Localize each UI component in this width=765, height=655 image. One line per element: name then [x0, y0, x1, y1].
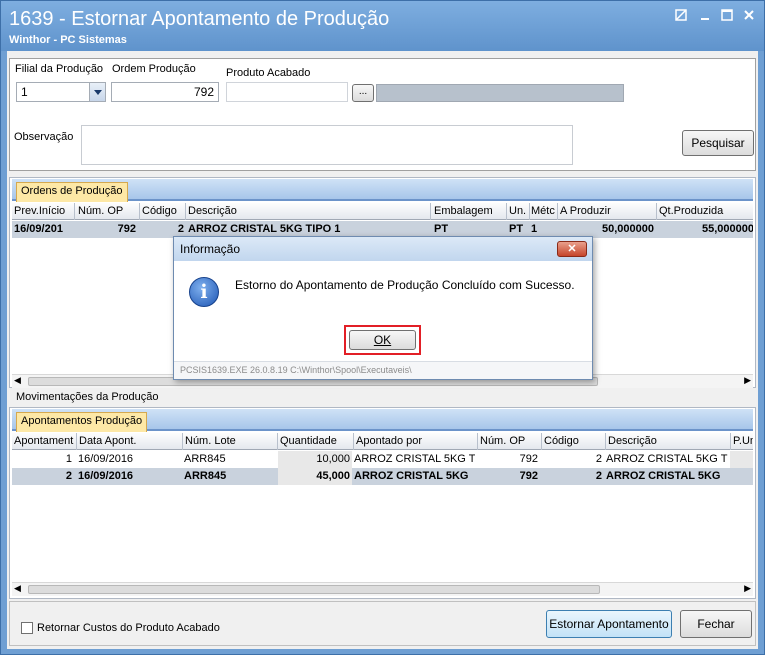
estornar-apontamento-button[interactable]: Estornar Apontamento	[546, 610, 672, 638]
col-qt-produzida[interactable]: Qt.Produzida	[659, 205, 753, 217]
col-num-lote[interactable]: Núm. Lote	[185, 435, 275, 447]
cell-apontamento: 1	[65, 453, 72, 465]
col-p-unit[interactable]: P.Unit	[733, 435, 753, 447]
col-codigo[interactable]: Código	[544, 435, 604, 447]
retornar-custos-checkbox[interactable]	[21, 622, 33, 634]
cell-data: 16/09/2016	[78, 453, 134, 465]
pesquisar-button[interactable]: Pesquisar	[682, 130, 754, 156]
cell-descricao: ARROZ CRISTAL 5KG TIF	[606, 453, 728, 465]
cell-codigo: 2	[177, 223, 184, 235]
cell-metodo: 1	[531, 223, 538, 235]
title-bar: 1639 - Estornar Apontamento de Produção …	[1, 1, 764, 51]
col-num-op[interactable]: Núm. OP	[480, 435, 540, 447]
dialog-message: Estorno do Apontamento de Produção Concl…	[235, 278, 575, 292]
table-row[interactable]: 2 16/09/2016 ARR845 45,000 ARROZ CRISTAL…	[12, 468, 753, 485]
col-num-op[interactable]: Núm. OP	[78, 205, 138, 217]
cell-apontado-por: ARROZ CRISTAL 5KG	[354, 470, 469, 482]
cell-num-op: 792	[519, 470, 538, 482]
info-dialog: Informação ✕ i Estorno do Apontamento de…	[173, 236, 593, 380]
col-data-apont[interactable]: Data Apont.	[79, 435, 179, 447]
apontamentos-grid: Apontament Data Apont. Núm. Lote Quantid…	[12, 433, 753, 583]
ok-highlight: OK	[344, 325, 421, 355]
produto-input[interactable]	[226, 82, 348, 102]
observacao-label: Observação	[14, 131, 74, 143]
filial-value: 1	[21, 85, 28, 99]
col-a-produzir[interactable]: A Produzir	[560, 205, 655, 217]
maximize-icon[interactable]	[719, 9, 735, 23]
col-un[interactable]: Un.	[509, 205, 529, 217]
dialog-title: Informação	[180, 242, 241, 256]
ordens-tab-bar: Ordens de Produção	[12, 179, 753, 202]
tab-ordens-producao[interactable]: Ordens de Produção	[16, 182, 128, 202]
cell-a-produzir: 50,000000	[602, 223, 654, 235]
cell-num-op: 792	[519, 453, 538, 465]
restore-icon[interactable]	[673, 9, 689, 23]
col-quantidade[interactable]: Quantidade	[280, 435, 350, 447]
apontamentos-grid-header: Apontament Data Apont. Núm. Lote Quantid…	[12, 433, 753, 450]
col-apontado-por[interactable]: Apontado por	[356, 435, 476, 447]
cell-embalagem: PT	[434, 223, 449, 235]
cell-descricao: ARROZ CRISTAL 5KG	[606, 470, 721, 482]
cell-codigo: 2	[595, 453, 602, 465]
window-title: 1639 - Estornar Apontamento de Produção	[9, 8, 390, 30]
chevron-down-icon[interactable]	[89, 83, 105, 101]
main-window: 1639 - Estornar Apontamento de Produção …	[0, 0, 765, 655]
dialog-status: PCSIS1639.EXE 26.0.8.19 C:\Winthor\Spool…	[174, 361, 592, 379]
scroll-right-icon[interactable]: ▶	[744, 583, 751, 594]
movimentacoes-label: Movimentações da Produção	[16, 391, 159, 403]
produto-description-field	[376, 84, 624, 102]
ordens-grid-header: Prev.Início Núm. OP Código Descrição Emb…	[12, 203, 753, 220]
close-icon[interactable]	[741, 9, 757, 23]
scroll-left-icon[interactable]: ◀	[14, 375, 21, 386]
fechar-button[interactable]: Fechar	[680, 610, 752, 638]
col-codigo[interactable]: Código	[142, 205, 184, 217]
observacao-textarea[interactable]	[81, 125, 573, 165]
ordem-label: Ordem Produção	[112, 63, 196, 75]
footer-panel: Retornar Custos do Produto Acabado Estor…	[9, 601, 756, 646]
retornar-custos-label: Retornar Custos do Produto Acabado	[37, 622, 220, 634]
info-icon: i	[189, 277, 219, 307]
col-apontamento[interactable]: Apontament	[14, 435, 76, 447]
dialog-title-bar: Informação ✕	[174, 237, 592, 261]
cell-prev-inicio: 16/09/201	[14, 223, 63, 235]
cell-un: PT	[509, 223, 524, 235]
cell-apontado-por: ARROZ CRISTAL 5KG TIF	[354, 453, 475, 465]
produto-label: Produto Acabado	[226, 67, 311, 79]
filial-select[interactable]: 1	[16, 82, 106, 102]
dialog-close-icon[interactable]: ✕	[557, 241, 587, 257]
cell-codigo: 2	[595, 470, 602, 482]
col-embalagem[interactable]: Embalagem	[434, 205, 506, 217]
ordem-input[interactable]: 792	[111, 82, 219, 102]
movimentacoes-group: Apontamentos Produção Apontament Data Ap…	[9, 407, 756, 599]
ok-button[interactable]: OK	[349, 330, 416, 350]
filial-label: Filial da Produção	[15, 63, 104, 75]
col-descricao[interactable]: Descrição	[188, 205, 428, 217]
col-metodo[interactable]: Métc	[531, 205, 557, 217]
tab-apontamentos-producao[interactable]: Apontamentos Produção	[16, 412, 148, 432]
apontamentos-tab-bar: Apontamentos Produção	[12, 409, 753, 432]
browse-button[interactable]: ...	[352, 84, 374, 102]
scroll-thumb[interactable]	[28, 585, 600, 594]
scroll-right-icon[interactable]: ▶	[744, 375, 751, 386]
cell-qt-produzida: 55,000000	[702, 223, 753, 235]
cell-quantidade: 45,000	[316, 470, 350, 482]
filter-group: Filial da Produção 1 Ordem Produção 792 …	[9, 58, 756, 171]
cell-apontamento: 2	[65, 470, 72, 482]
table-row[interactable]: 1 16/09/2016 ARR845 10,000 ARROZ CRISTAL…	[12, 451, 753, 468]
apontamentos-hscrollbar[interactable]: ◀ ▶	[12, 582, 753, 596]
minimize-icon[interactable]	[697, 9, 713, 23]
cell-descricao: ARROZ CRISTAL 5KG TIPO 1	[188, 223, 341, 235]
cell-quantidade: 10,000	[316, 453, 350, 465]
cell-num-op: 792	[117, 223, 136, 235]
cell-lote: ARR845	[184, 453, 226, 465]
window-subtitle: Winthor - PC Sistemas	[9, 34, 127, 46]
cell-data: 16/09/2016	[78, 470, 134, 482]
cell-lote: ARR845	[184, 470, 227, 482]
col-prev-inicio[interactable]: Prev.Início	[14, 205, 74, 217]
scroll-left-icon[interactable]: ◀	[14, 583, 21, 594]
col-descricao[interactable]: Descrição	[608, 435, 728, 447]
